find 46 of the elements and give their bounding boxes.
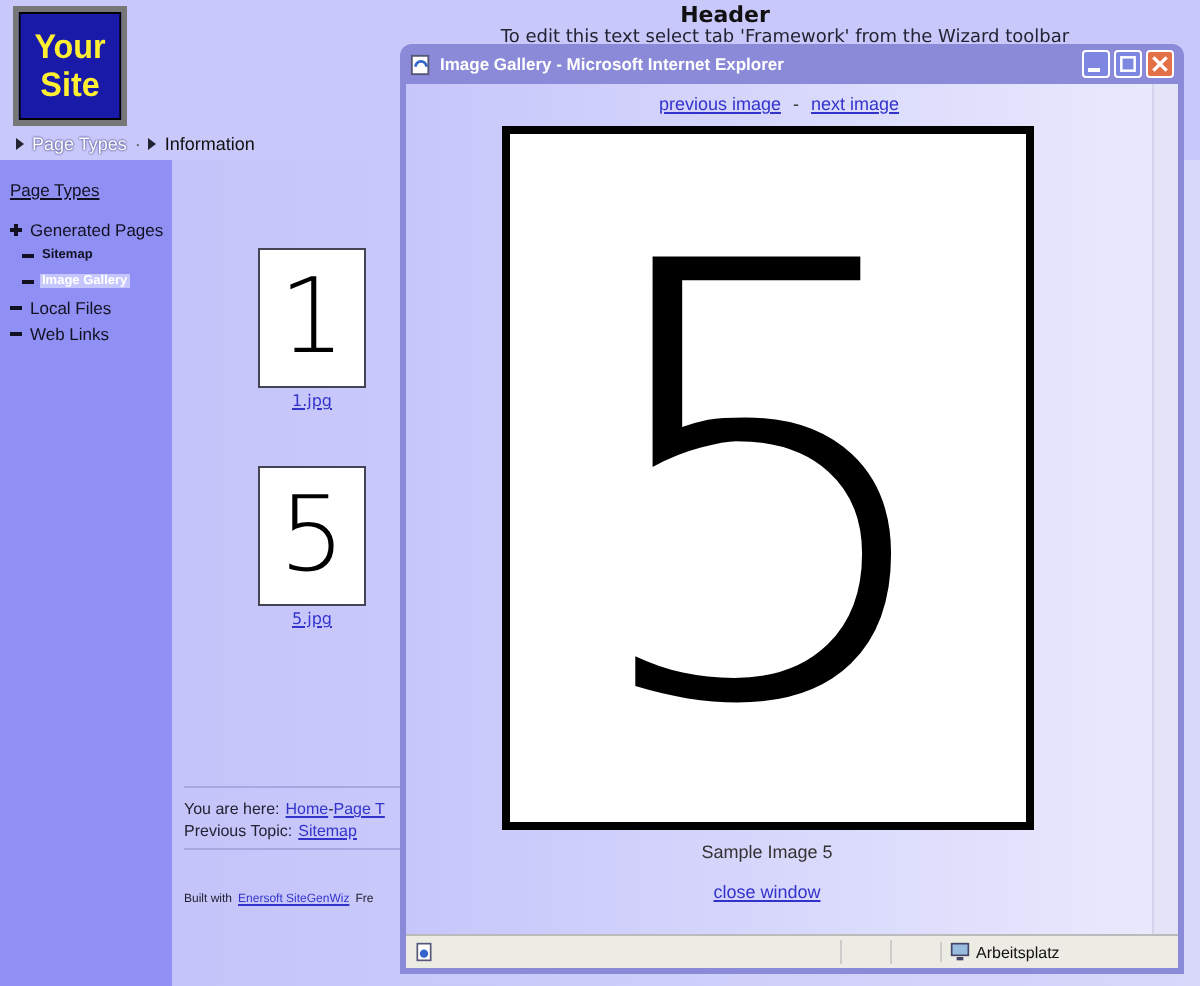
thumbnail-card[interactable]: 1 [258, 248, 366, 388]
breadcrumb-link[interactable]: Home [285, 798, 329, 820]
previous-topic-link[interactable]: Sitemap [298, 820, 357, 842]
thumbnail-digit: 5 [278, 484, 346, 588]
thumbnail-link[interactable]: 5.jpg [291, 610, 332, 628]
page-icon [410, 53, 432, 75]
minus-icon [10, 327, 22, 339]
arrow-icon [148, 138, 157, 150]
image-caption: Sample Image 5 [701, 842, 833, 862]
thumbnail-digit: 1 [278, 266, 346, 370]
sidebar-item[interactable]: Generated Pages [28, 219, 166, 239]
minimize-button[interactable] [1082, 50, 1110, 78]
arrow-icon [16, 138, 24, 150]
window-title: Image Gallery - Microsoft Internet Explorer [440, 54, 786, 74]
location-label: You are here: [184, 798, 280, 820]
separator: · [134, 134, 141, 154]
minus-icon [22, 275, 34, 287]
image-digit: 5 [576, 188, 958, 788]
plus-icon [10, 223, 22, 235]
previous-topic-label: Previous Topic: [184, 820, 293, 842]
sidebar-item[interactable]: Local Files [28, 297, 114, 317]
computer-icon [950, 942, 970, 962]
maximize-button[interactable] [1114, 50, 1142, 78]
sidebar-heading-link[interactable]: Page Types [10, 180, 100, 200]
page-icon [414, 942, 434, 962]
thumbnail-card[interactable]: 5 [258, 466, 366, 606]
header-note: To edit this text select tab 'Framework' from the Wizard toolbar [500, 28, 1070, 50]
minus-icon [10, 301, 22, 313]
previous-image-link[interactable]: previous image [658, 94, 781, 114]
sidebar-item[interactable]: Web Links [28, 323, 112, 343]
minimize-icon [1088, 68, 1100, 72]
security-zone: Arbeitsplatz [976, 943, 1060, 961]
separator: - [793, 94, 799, 114]
close-button[interactable] [1146, 50, 1174, 78]
maximize-icon [1118, 54, 1138, 74]
next-image-link[interactable]: next image [811, 94, 900, 114]
close-icon [1150, 54, 1170, 74]
minus-icon [22, 249, 34, 261]
breadcrumb-link[interactable]: Page T [333, 798, 385, 820]
separator: - [328, 798, 334, 820]
thumbnail-link[interactable]: 1.jpg [291, 392, 332, 410]
header-title: Header [680, 2, 770, 28]
close-window-link[interactable]: close window [713, 882, 821, 902]
scroll-bar[interactable] [1152, 84, 1178, 934]
site-logo[interactable]: Your Site [13, 6, 127, 126]
breadcrumb-item: Information [164, 134, 255, 154]
